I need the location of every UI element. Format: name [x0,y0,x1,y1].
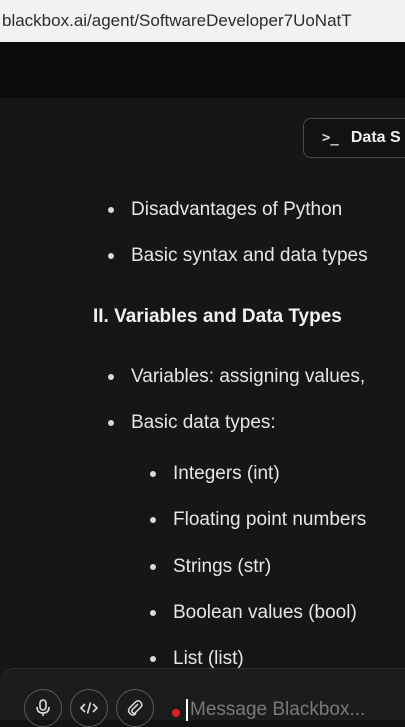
app-top-bar [0,42,405,98]
sub-list-item: Strings (str) [150,556,271,578]
list-item-text: Strings (str) [173,556,272,577]
list-item-text: Integers (int) [173,463,280,484]
list-item-text: Basic syntax and data types [131,245,368,266]
bullet-dot [150,610,156,616]
bullet-dot [150,656,156,662]
list-item-text: List (list) [173,648,244,669]
chat-content: >_ Data S Disadvantages of Python Basic … [0,98,405,720]
message-composer [0,668,405,727]
bullet-dot [108,207,114,213]
data-button-label: Data S [350,129,401,146]
microphone-icon [36,699,50,716]
list-item: Basic syntax and data types [108,245,368,267]
data-science-button[interactable]: >_ Data S [303,118,405,158]
sub-list-item: Integers (int) [150,463,280,485]
sub-list-item: List (list) [150,648,244,670]
code-icon [80,702,98,714]
list-item-text: Disadvantages of Python [131,199,343,220]
microphone-button[interactable] [24,689,62,727]
paperclip-icon [127,700,143,716]
bullet-dot [108,420,114,426]
message-input[interactable] [190,695,405,725]
list-item-text: Variables: assigning values, [131,366,366,387]
list-item: Disadvantages of Python [108,199,342,221]
text-caret [186,699,188,721]
terminal-icon: >_ [322,130,339,146]
bullet-dot [150,471,156,477]
list-item: Basic data types: [108,412,276,434]
section-heading: II. Variables and Data Types [93,306,342,327]
list-item-text: Floating point numbers [173,509,367,530]
bullet-dot [150,517,156,523]
url-text: blackbox.ai/agent/SoftwareDeveloper7UoNa… [2,11,352,30]
sub-list-item: Floating point numbers [150,509,366,531]
recording-indicator [172,709,180,717]
list-item: Variables: assigning values, [108,366,365,388]
address-bar[interactable]: blackbox.ai/agent/SoftwareDeveloper7UoNa… [0,0,405,42]
sub-list-item: Boolean values (bool) [150,602,357,624]
bullet-dot [150,564,156,570]
bullet-dot [108,374,114,380]
attach-button[interactable] [116,689,154,727]
bullet-dot [108,253,114,259]
list-item-text: Boolean values (bool) [173,602,357,623]
code-button[interactable] [70,689,108,727]
list-item-text: Basic data types: [131,412,276,433]
